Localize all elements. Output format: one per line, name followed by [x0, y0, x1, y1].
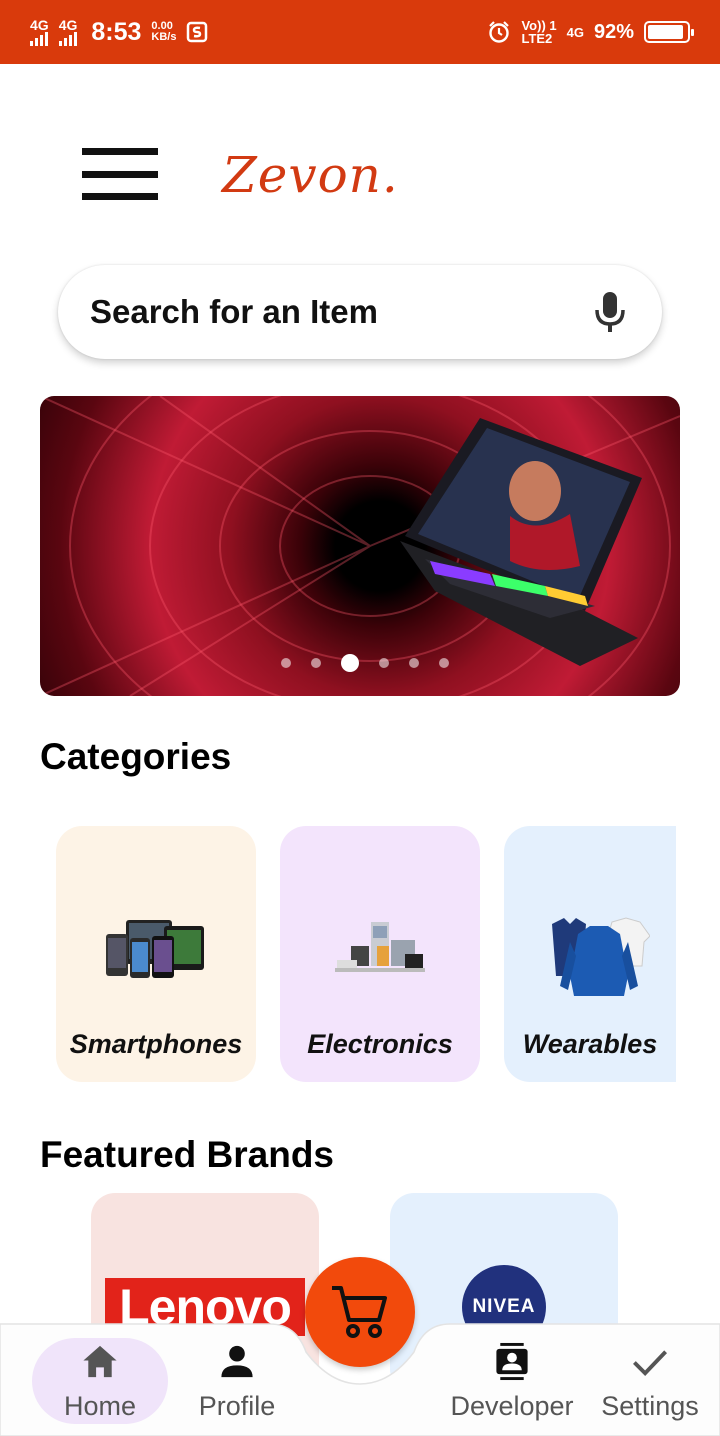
hamburger-menu-icon[interactable]: [82, 148, 158, 200]
banner-image: [40, 396, 680, 696]
carousel-dot[interactable]: [281, 658, 291, 668]
nav-label: Developer: [450, 1391, 574, 1421]
carousel-indicators: [40, 654, 680, 672]
category-label: Electronics: [307, 1029, 453, 1059]
screenshot-app-icon: [187, 21, 208, 43]
shopping-cart-icon: [332, 1286, 387, 1338]
battery-fill: [648, 25, 683, 39]
nav-developer[interactable]: Developer: [444, 1338, 580, 1422]
featured-brands-title: Featured Brands: [40, 1134, 335, 1175]
volte-indicator: Vo)) 1 LTE2: [521, 18, 557, 46]
category-card-electronics[interactable]: Electronics: [280, 826, 480, 1082]
carousel-dot[interactable]: [379, 658, 389, 668]
search-bar[interactable]: [58, 265, 662, 359]
network-speed: 0.00 KB/s: [151, 20, 177, 43]
nav-home[interactable]: Home: [32, 1338, 168, 1424]
nav-label: Home: [63, 1391, 137, 1421]
signal-bars-icon: [58, 32, 77, 46]
nav-label: Settings: [601, 1391, 699, 1421]
category-label: Smartphones: [69, 1029, 243, 1059]
checkmark-icon: [633, 1350, 668, 1376]
microphone-icon[interactable]: [590, 288, 630, 336]
signal-sim2: 4G: [58, 18, 77, 46]
battery-percent: 92%: [593, 20, 634, 43]
signal-bars-icon: [30, 32, 48, 46]
battery-icon: [644, 21, 694, 43]
status-bar: 4G 4G 8:53 0.00 KB/s Vo)) 1 LTE2 4G 92%: [0, 0, 720, 64]
carousel-dot[interactable]: [311, 658, 321, 668]
home-icon: [83, 1345, 117, 1378]
alarm-icon: [489, 21, 510, 43]
search-input[interactable]: [90, 293, 590, 331]
laptop-image: [400, 418, 642, 666]
carousel-dot[interactable]: [341, 654, 359, 672]
clock: 8:53: [91, 17, 142, 46]
network-type-4g: 4G: [566, 24, 584, 40]
person-icon: [221, 1345, 253, 1378]
promo-banner-carousel[interactable]: [40, 396, 680, 696]
category-card-wearables[interactable]: Wearables: [504, 826, 676, 1082]
app-logo: Zevon.: [222, 146, 399, 204]
signal-sim1: 4G: [30, 18, 49, 46]
cart-button[interactable]: [305, 1257, 415, 1367]
smartphones-image: [106, 920, 204, 978]
contact-card-icon: [496, 1342, 528, 1381]
nav-settings[interactable]: Settings: [582, 1338, 718, 1422]
wearables-image: [552, 917, 650, 996]
nav-profile[interactable]: Profile: [169, 1338, 305, 1422]
electronics-image: [335, 922, 425, 972]
nav-label: Profile: [198, 1391, 276, 1421]
category-label: Wearables: [522, 1029, 658, 1059]
categories-title: Categories: [40, 736, 232, 777]
carousel-dot[interactable]: [409, 658, 419, 668]
carousel-dot[interactable]: [439, 658, 449, 668]
category-card-smartphones[interactable]: Smartphones: [56, 826, 256, 1082]
